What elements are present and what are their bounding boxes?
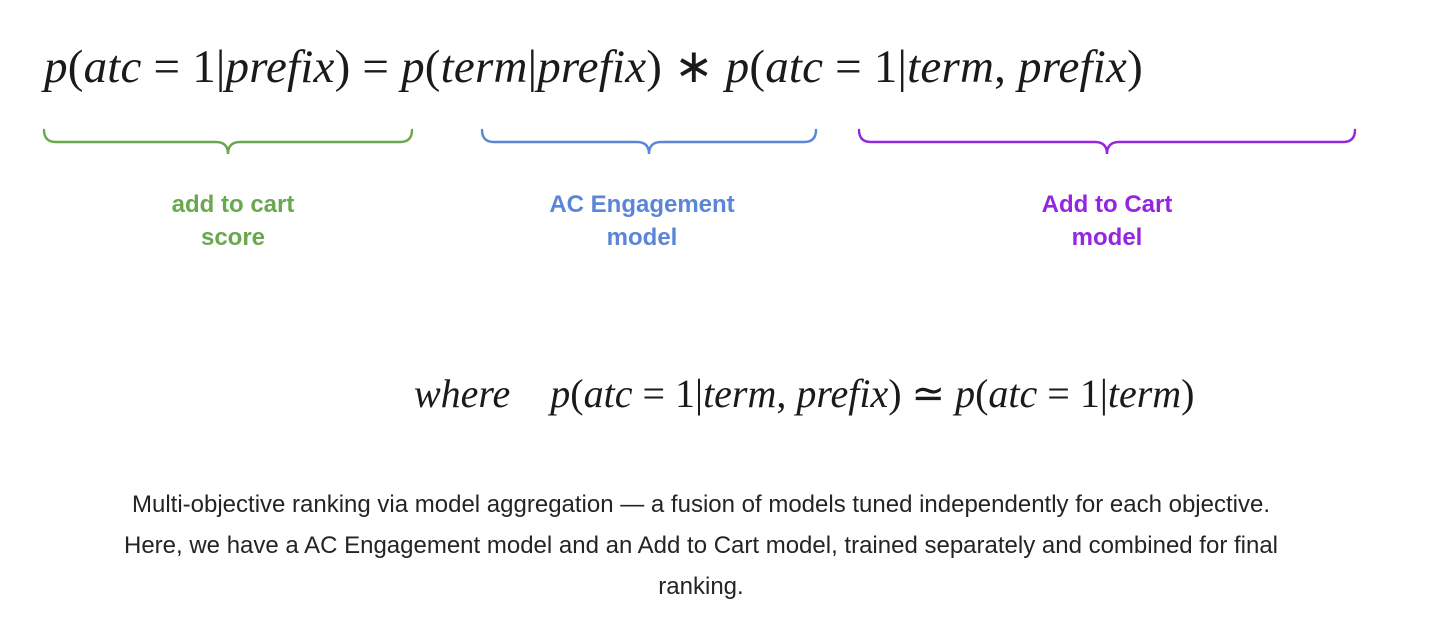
figure-caption: Multi-objective ranking via model aggreg… [20,484,1382,607]
label-line: score [200,224,266,251]
label-line: add to cart [171,191,295,218]
label-add-to-cart-score: add to cart score [133,188,333,254]
label-line: model [606,224,678,251]
where-equation: where p(atc = 1|term, prefix) ≃ p(atc = … [414,371,1195,416]
brace-ac-engagement-model [480,128,818,155]
label-line: AC Engagement [549,191,735,218]
brace-add-to-cart-model [857,128,1357,155]
brace-add-to-cart-score [42,128,414,155]
label-line: model [1071,224,1143,251]
caption-line: Here, we have a AC Engagement model and … [123,532,1279,559]
label-add-to-cart-model: Add to Cart model [1007,188,1207,254]
label-ac-engagement-model: AC Engagement model [522,188,762,254]
caption-line: Multi-objective ranking via model aggreg… [131,491,1270,518]
caption-line: ranking. [658,573,744,600]
main-equation: p(atc = 1|prefix) = p(term|prefix) ∗ p(a… [44,41,1143,93]
label-line: Add to Cart [1041,191,1173,218]
